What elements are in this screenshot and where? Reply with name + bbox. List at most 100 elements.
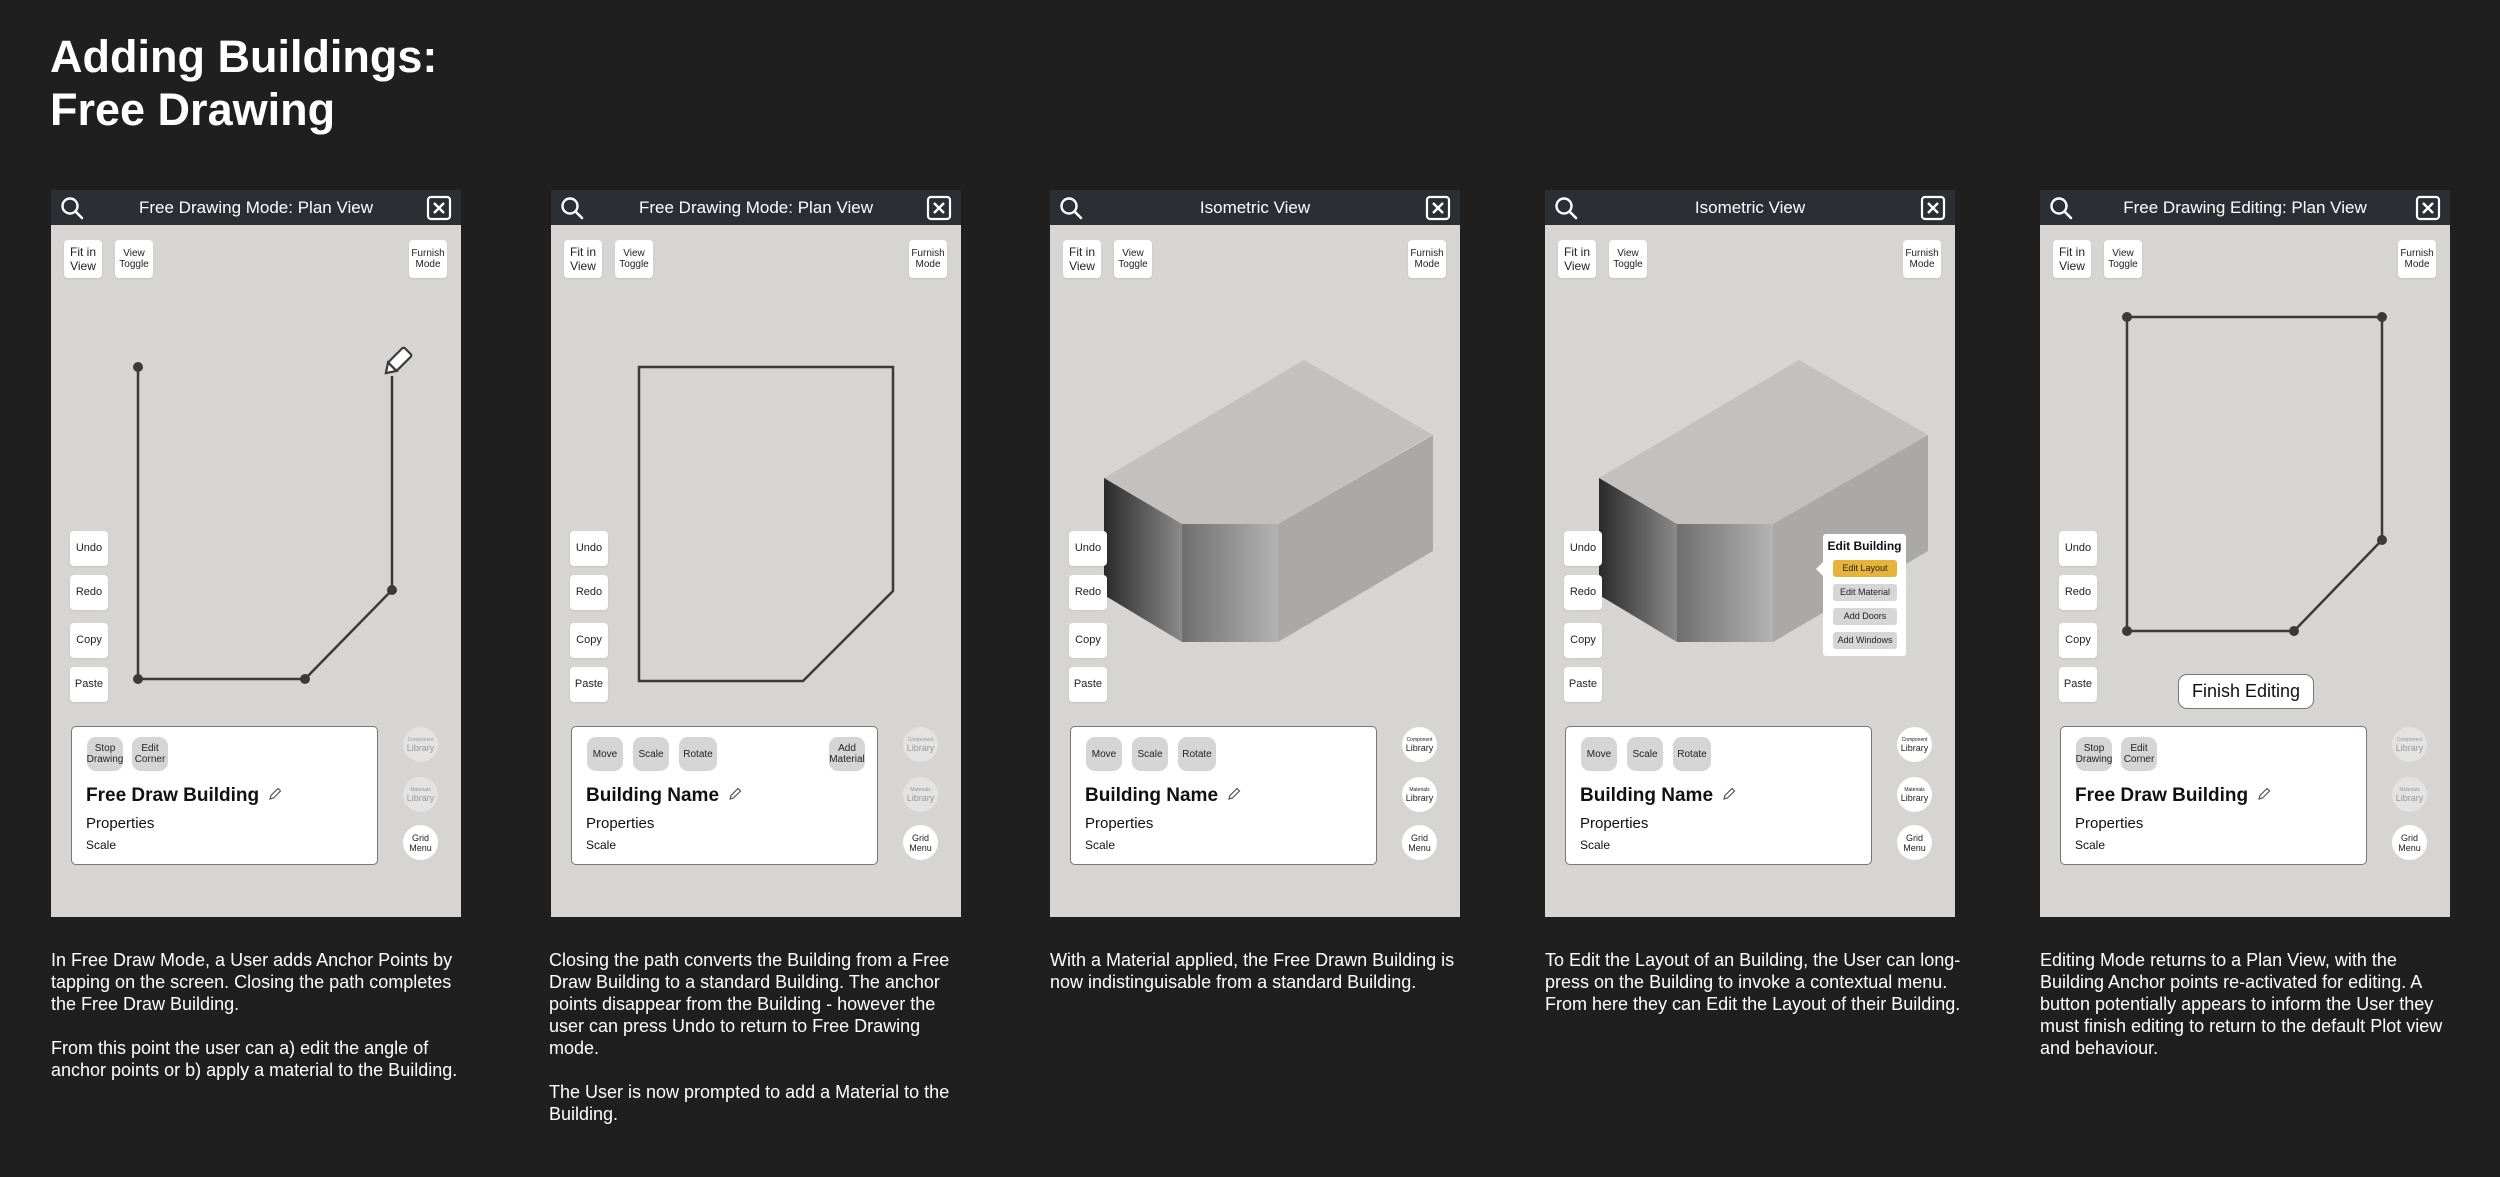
copy-button[interactable]: Copy (1069, 623, 1107, 658)
properties-label: Properties (1580, 815, 1649, 832)
screen-3-isometric: Isometric View Fit in View View Toggle F… (1050, 190, 1460, 917)
anchor-point (133, 674, 143, 684)
edit-corner-button[interactable]: Edit Corner (2121, 737, 2157, 771)
building-name[interactable]: Building Name (1580, 785, 1737, 807)
building-outline (637, 365, 895, 683)
page-title-line2: Free Drawing (50, 84, 336, 135)
rotate-button[interactable]: Rotate (1178, 737, 1216, 771)
edit-name-icon[interactable] (727, 786, 743, 802)
add-material-button[interactable]: Add Material (829, 737, 865, 771)
scale-label: Scale (86, 838, 117, 852)
copy-button[interactable]: Copy (570, 623, 608, 658)
redo-button[interactable]: Redo (570, 575, 608, 610)
paste-button[interactable]: Paste (2059, 667, 2097, 702)
building-name[interactable]: Building Name (1085, 785, 1242, 807)
undo-button[interactable]: Undo (70, 531, 108, 566)
page-title-line1: Adding Buildings: (50, 31, 438, 82)
component-library-button[interactable]: Component Library (1897, 727, 1932, 762)
menu-item-edit-material[interactable]: Edit Material (1833, 584, 1897, 601)
copy-button[interactable]: Copy (70, 623, 108, 658)
grid-menu-button[interactable]: Grid Menu (1402, 825, 1437, 860)
caption-4: To Edit the Layout of an Building, the U… (1545, 949, 1965, 1037)
scale-label: Scale (2075, 838, 2106, 852)
grid-menu-button[interactable]: Grid Menu (903, 825, 938, 860)
undo-button[interactable]: Undo (1069, 531, 1107, 566)
scale-label: Scale (1580, 838, 1611, 852)
component-library-button[interactable]: Component Library (403, 727, 438, 762)
building-name[interactable]: Building Name (586, 785, 743, 807)
materials-library-button[interactable]: Materials Library (1897, 777, 1932, 812)
menu-item-add-doors[interactable]: Add Doors (1833, 608, 1897, 625)
caption-paragraph: With a Material applied, the Free Drawn … (1050, 950, 1455, 992)
rotate-button[interactable]: Rotate (1673, 737, 1711, 771)
undo-button[interactable]: Undo (2059, 531, 2097, 566)
materials-library-button[interactable]: Materials Library (403, 777, 438, 812)
building-name-label: Building Name (1085, 785, 1219, 806)
library-label: Library (406, 742, 435, 753)
anchor-point (300, 674, 310, 684)
building-card: Move Scale Rotate Add Material Building … (571, 726, 878, 865)
pencil-icon (384, 346, 413, 375)
building-name[interactable]: Free Draw Building (86, 785, 283, 807)
scale-button[interactable]: Scale (1627, 737, 1663, 771)
front-face (1677, 524, 1773, 642)
menu-item-add-windows[interactable]: Add Windows (1833, 632, 1897, 649)
component-library-button[interactable]: Component Library (903, 727, 938, 762)
screen-5-editing: Free Drawing Editing: Plan View Fit in V… (2040, 190, 2450, 917)
redo-button[interactable]: Redo (70, 575, 108, 610)
menu-item-edit-layout[interactable]: Edit Layout (1833, 560, 1897, 577)
library-label: Library (1405, 742, 1434, 753)
edit-name-icon[interactable] (2256, 786, 2272, 802)
caption-2: Closing the path converts the Building f… (549, 949, 969, 1147)
anchor-point (2377, 312, 2387, 322)
materials-library-button[interactable]: Materials Library (903, 777, 938, 812)
properties-label: Properties (586, 815, 655, 832)
move-button[interactable]: Move (587, 737, 623, 771)
edit-name-icon[interactable] (267, 786, 283, 802)
paste-button[interactable]: Paste (1564, 667, 1602, 702)
scale-button[interactable]: Scale (1132, 737, 1168, 771)
grid-menu-button[interactable]: Grid Menu (403, 825, 438, 860)
scale-button[interactable]: Scale (633, 737, 669, 771)
building-card: Stop Drawing Edit Corner Free Draw Build… (2060, 726, 2367, 865)
anchor-point (133, 362, 143, 372)
grid-menu-button[interactable]: Grid Menu (1897, 825, 1932, 860)
caption-paragraph: Editing Mode returns to a Plan View, wit… (2040, 950, 2443, 1058)
materials-library-button[interactable]: Materials Library (1402, 777, 1437, 812)
undo-button[interactable]: Undo (1564, 531, 1602, 566)
component-library-button[interactable]: Component Library (1402, 727, 1437, 762)
building-outline (2125, 315, 2384, 633)
paste-button[interactable]: Paste (1069, 667, 1107, 702)
edit-name-icon[interactable] (1721, 786, 1737, 802)
redo-button[interactable]: Redo (2059, 575, 2097, 610)
move-button[interactable]: Move (1581, 737, 1617, 771)
finish-editing-button[interactable]: Finish Editing (2178, 674, 2314, 709)
building-card: Move Scale Rotate Building Name Properti… (1565, 726, 1872, 865)
copy-button[interactable]: Copy (2059, 623, 2097, 658)
redo-button[interactable]: Redo (1069, 575, 1107, 610)
properties-label: Properties (2075, 815, 2144, 832)
building-name-label: Building Name (586, 785, 720, 806)
library-label: Library (906, 742, 935, 753)
caption-paragraph: The User is now prompted to add a Materi… (549, 1082, 950, 1124)
rotate-button[interactable]: Rotate (679, 737, 717, 771)
library-label: Library (2395, 742, 2424, 753)
materials-library-button[interactable]: Materials Library (2392, 777, 2427, 812)
move-button[interactable]: Move (1086, 737, 1122, 771)
redo-button[interactable]: Redo (1564, 575, 1602, 610)
building-name-label: Free Draw Building (86, 785, 260, 806)
component-library-button[interactable]: Component Library (2392, 727, 2427, 762)
edit-name-icon[interactable] (1226, 786, 1242, 802)
building-name[interactable]: Free Draw Building (2075, 785, 2272, 807)
front-face (1182, 524, 1278, 642)
paste-button[interactable]: Paste (570, 667, 608, 702)
stop-drawing-button[interactable]: Stop Drawing (2076, 737, 2112, 771)
paste-button[interactable]: Paste (70, 667, 108, 702)
stop-drawing-button[interactable]: Stop Drawing (87, 737, 123, 771)
undo-button[interactable]: Undo (570, 531, 608, 566)
grid-menu-button[interactable]: Grid Menu (2392, 825, 2427, 860)
edit-corner-button[interactable]: Edit Corner (132, 737, 168, 771)
caption-1: In Free Draw Mode, a User adds Anchor Po… (51, 949, 471, 1103)
library-label: Library (2395, 792, 2424, 803)
copy-button[interactable]: Copy (1564, 623, 1602, 658)
